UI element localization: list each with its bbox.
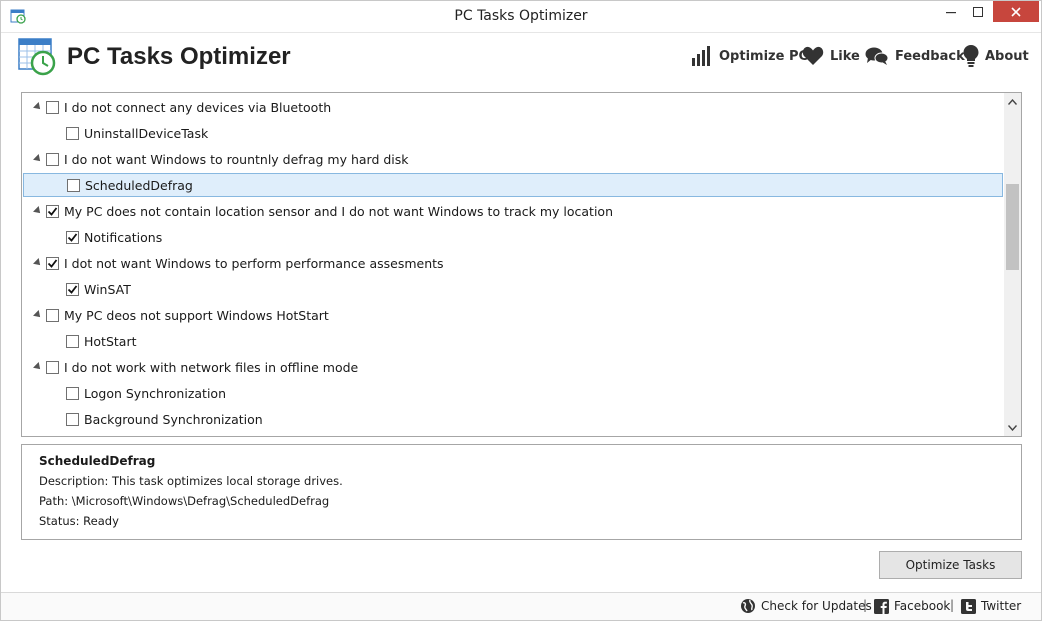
- task-checkbox-hotstart[interactable]: [66, 334, 79, 348]
- nav-optimize-pc[interactable]: Optimize PC: [691, 45, 808, 67]
- task-checkbox-scheduleddefrag[interactable]: [67, 178, 80, 192]
- group-label: My PC does not contain location sensor a…: [64, 203, 613, 219]
- title-bar[interactable]: PC Tasks Optimizer: [1, 1, 1041, 32]
- twitter-link[interactable]: Twitter: [961, 597, 1021, 615]
- app-brand-title: PC Tasks Optimizer: [67, 43, 291, 70]
- nav-like-label: Like: [830, 48, 860, 64]
- nav-about[interactable]: About: [963, 45, 1029, 67]
- task-checkbox-winsat[interactable]: [66, 282, 79, 296]
- task-label: Logon Synchronization: [84, 385, 226, 401]
- group-row-bluetooth[interactable]: I do not connect any devices via Bluetoo…: [22, 95, 1002, 119]
- chevron-down-icon: [1008, 424, 1017, 431]
- scroll-thumb[interactable]: [1006, 184, 1019, 270]
- minimize-button[interactable]: [937, 1, 965, 23]
- heart-icon: [802, 46, 824, 65]
- checkmark-icon: [47, 258, 58, 268]
- nav-like[interactable]: Like: [802, 45, 860, 67]
- task-row-uninstalldevicetask[interactable]: UninstallDeviceTask: [22, 121, 1002, 145]
- close-button[interactable]: [993, 1, 1039, 22]
- app-window: PC Tasks Optimizer PC Tasks Optimizer Op…: [0, 0, 1042, 621]
- group-checkbox-hotstart[interactable]: [46, 308, 59, 322]
- group-row-hotstart[interactable]: My PC deos not support Windows HotStart: [22, 303, 1002, 327]
- group-label: I do not connect any devices via Bluetoo…: [64, 99, 332, 115]
- group-label: I dot not want Windows to perform perfor…: [64, 255, 444, 271]
- checkmark-icon: [47, 206, 58, 216]
- task-details-panel: ScheduledDefrag Description: This task o…: [21, 444, 1022, 540]
- task-checkbox-background-synchronization[interactable]: [66, 412, 79, 426]
- expand-arrow-icon[interactable]: [33, 258, 43, 268]
- facebook-icon: [874, 598, 889, 614]
- nav-feedback-label: Feedback: [895, 48, 965, 64]
- group-label: My PC deos not support Windows HotStart: [64, 307, 329, 323]
- group-label: I do not work with network files in offl…: [64, 359, 359, 375]
- maximize-icon: [973, 7, 983, 17]
- expand-arrow-icon[interactable]: [33, 154, 43, 164]
- task-checkbox-logon-synchronization[interactable]: [66, 386, 79, 400]
- details-description: Description: This task optimizes local s…: [39, 474, 343, 488]
- task-label: ScheduledDefrag: [85, 177, 193, 193]
- group-label: I do not want Windows to rountnly defrag…: [64, 151, 409, 167]
- expand-arrow-icon[interactable]: [33, 206, 43, 216]
- expand-arrow-icon[interactable]: [33, 310, 43, 320]
- task-checkbox-notifications[interactable]: [66, 230, 79, 244]
- task-row-winsat[interactable]: WinSAT: [22, 277, 1002, 301]
- nav-about-label: About: [985, 48, 1029, 64]
- scroll-down-button[interactable]: [1004, 419, 1021, 436]
- chevron-up-icon: [1008, 98, 1017, 105]
- group-checkbox-performance[interactable]: [46, 256, 59, 270]
- optimize-tasks-button[interactable]: Optimize Tasks: [879, 551, 1022, 579]
- footer-separator: |: [863, 598, 868, 612]
- task-label: HotStart: [84, 333, 137, 349]
- task-row-hotstart[interactable]: HotStart: [22, 329, 1002, 353]
- details-task-name: ScheduledDefrag: [39, 454, 156, 468]
- group-checkbox-defrag[interactable]: [46, 152, 59, 166]
- group-row-offline-files[interactable]: I do not work with network files in offl…: [22, 355, 1002, 379]
- scroll-up-button[interactable]: [1004, 93, 1021, 110]
- nav-optimize-pc-label: Optimize PC: [719, 48, 809, 64]
- task-label: UninstallDeviceTask: [84, 125, 209, 141]
- maximize-button[interactable]: [965, 1, 991, 23]
- globe-icon: [741, 599, 755, 613]
- details-status: Status: Ready: [39, 514, 119, 528]
- facebook-link[interactable]: Facebook: [874, 597, 950, 615]
- vertical-scrollbar[interactable]: [1004, 93, 1021, 436]
- minimize-icon: [946, 12, 956, 14]
- group-checkbox-location[interactable]: [46, 204, 59, 218]
- task-label: Background Synchronization: [84, 411, 263, 427]
- task-row-background-synchronization[interactable]: Background Synchronization: [22, 407, 1002, 431]
- nav-feedback[interactable]: Feedback: [865, 45, 965, 67]
- group-checkbox-offline-files[interactable]: [46, 360, 59, 374]
- task-list-panel: I do not connect any devices via Bluetoo…: [21, 92, 1022, 437]
- check-updates-link[interactable]: Check for Updates: [740, 597, 872, 615]
- group-row-performance[interactable]: I dot not want Windows to perform perfor…: [22, 251, 1002, 275]
- bar-chart-icon: [692, 46, 710, 66]
- task-row-notifications[interactable]: Notifications: [22, 225, 1002, 249]
- task-checkbox-uninstalldevicetask[interactable]: [66, 126, 79, 140]
- facebook-label: Facebook: [894, 599, 951, 613]
- check-updates-label: Check for Updates: [761, 599, 872, 613]
- close-icon: [1011, 6, 1021, 17]
- expand-arrow-icon[interactable]: [33, 362, 43, 372]
- app-header: PC Tasks Optimizer Optimize PC Like Feed…: [1, 32, 1041, 85]
- checkmark-icon: [67, 284, 78, 294]
- twitter-icon: [961, 598, 976, 614]
- group-row-defrag[interactable]: I do not want Windows to rountnly defrag…: [22, 147, 1002, 171]
- task-label: Notifications: [84, 229, 163, 245]
- details-path: Path: \Microsoft\Windows\Defrag\Schedule…: [39, 494, 330, 508]
- group-checkbox-bluetooth[interactable]: [46, 100, 59, 114]
- twitter-label: Twitter: [981, 599, 1022, 613]
- task-row-logon-synchronization[interactable]: Logon Synchronization: [22, 381, 1002, 405]
- window-title: PC Tasks Optimizer: [454, 8, 588, 24]
- task-label: WinSAT: [84, 281, 131, 297]
- app-logo-icon: [18, 38, 56, 76]
- footer-separator: |: [950, 598, 955, 612]
- checkmark-icon: [67, 232, 78, 242]
- lightbulb-icon: [963, 45, 979, 67]
- task-row-scheduleddefrag[interactable]: ScheduledDefrag: [23, 173, 1003, 197]
- footer-bar: Check for Updates | Facebook | Twitter: [1, 592, 1041, 620]
- expand-arrow-icon[interactable]: [33, 102, 43, 112]
- group-row-location[interactable]: My PC does not contain location sensor a…: [22, 199, 1002, 223]
- chat-bubbles-icon: [865, 47, 889, 65]
